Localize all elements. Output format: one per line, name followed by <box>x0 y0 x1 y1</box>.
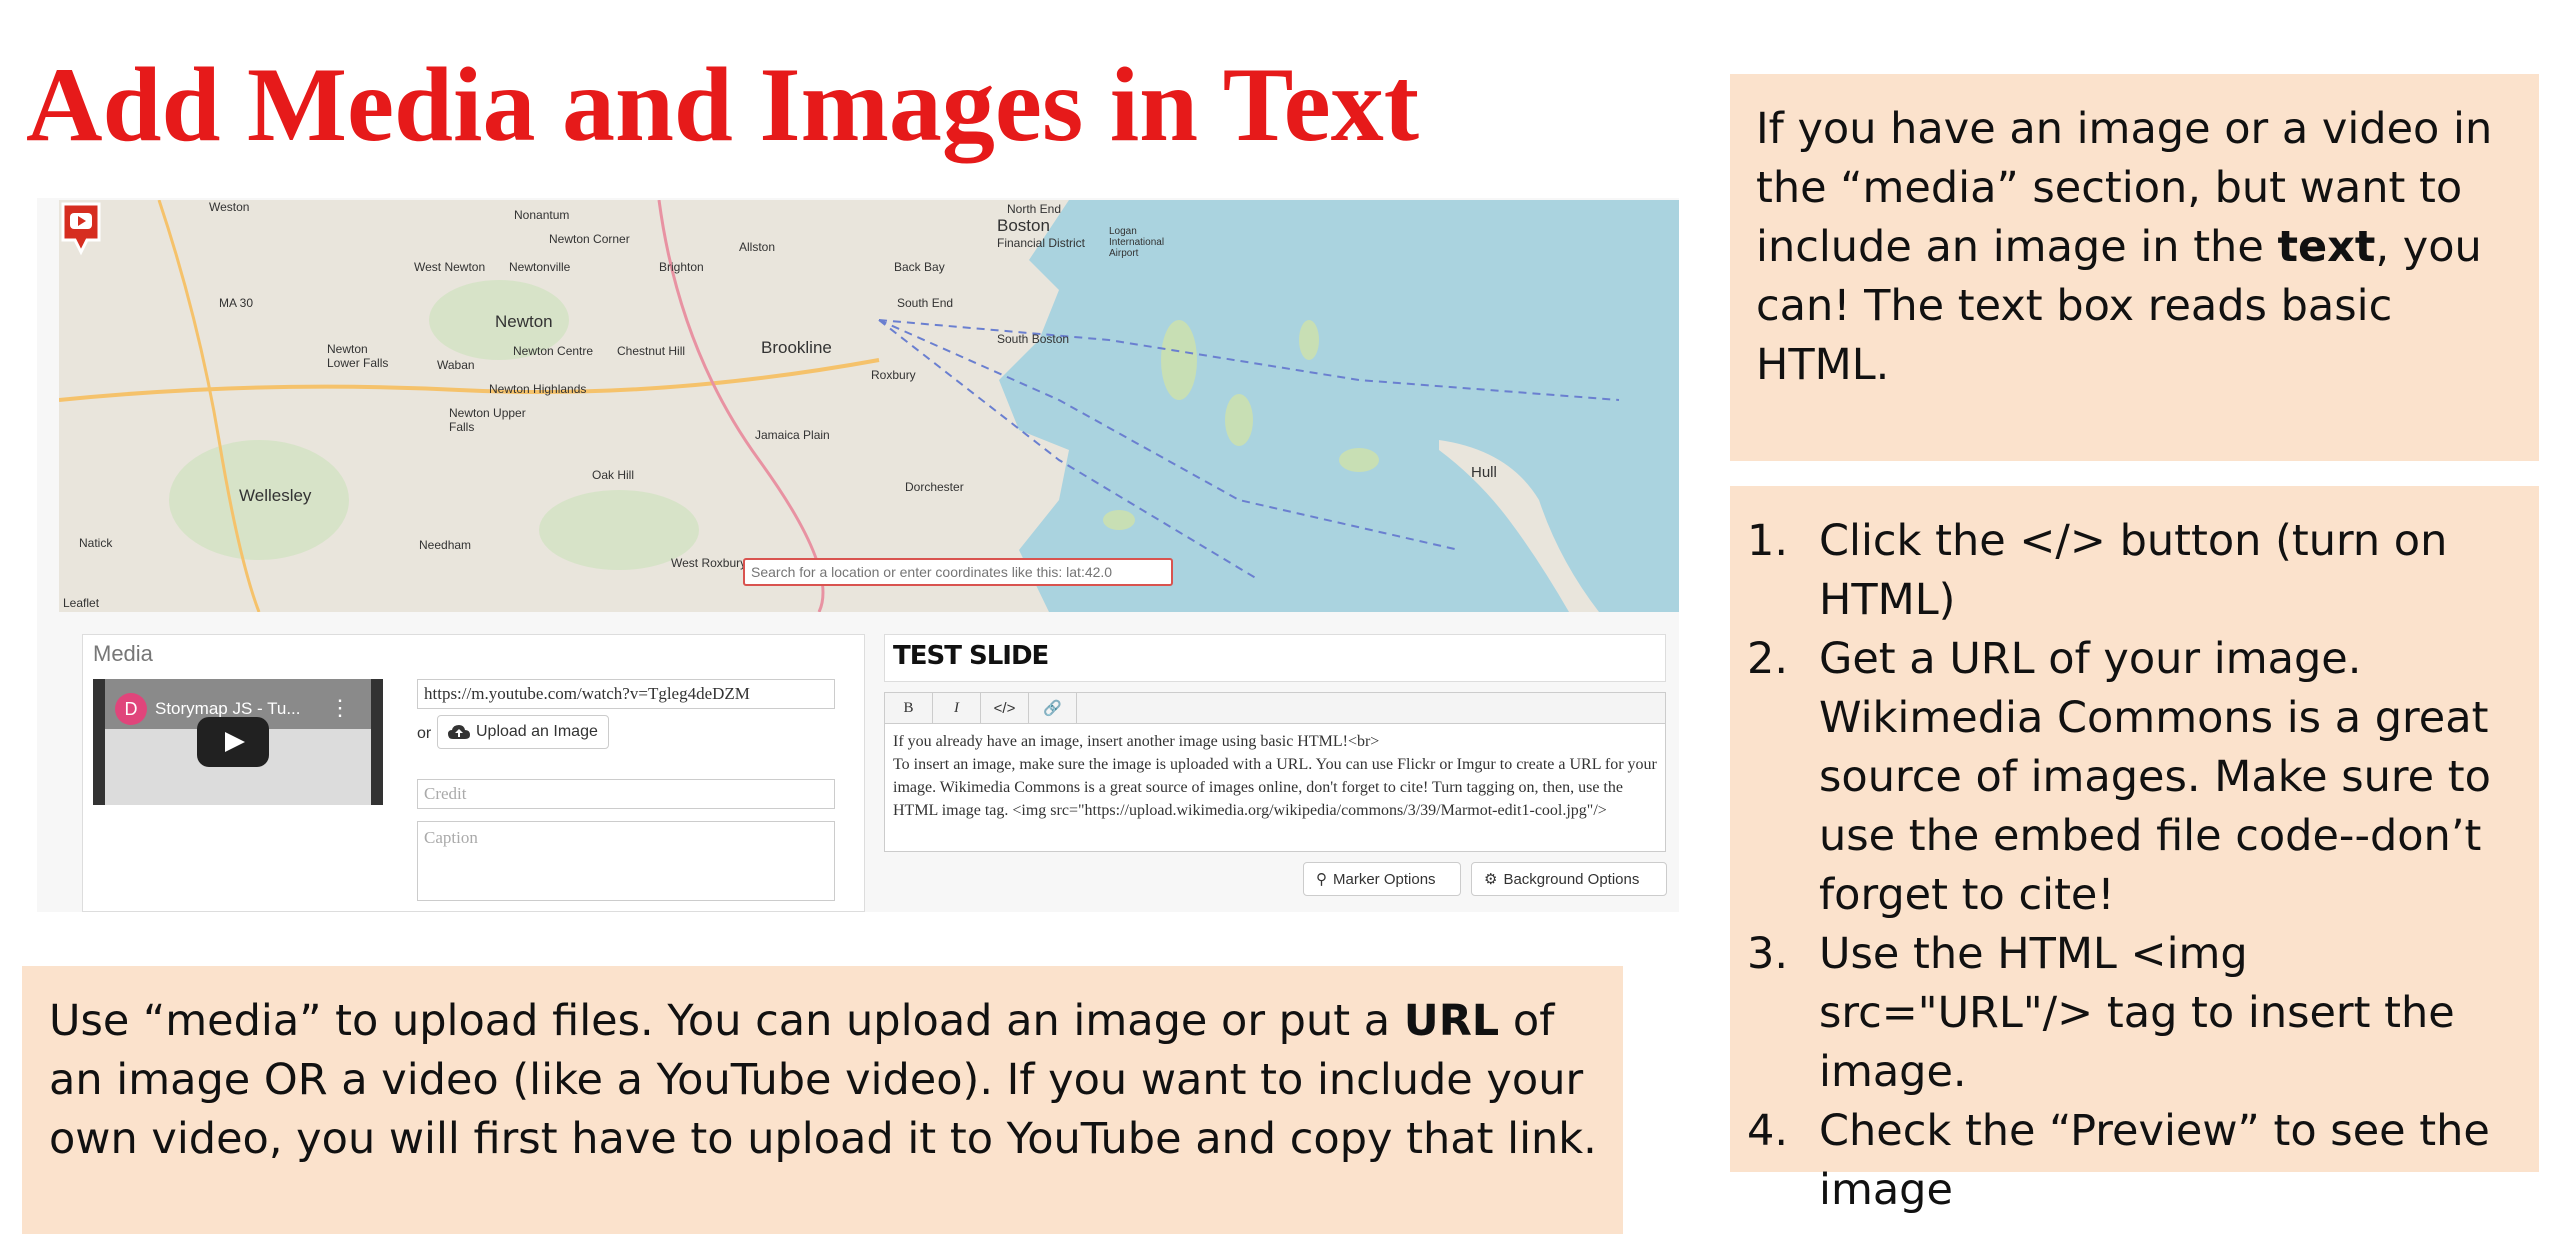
media-url-input[interactable] <box>417 679 835 709</box>
callout-steps-list: 1. Click the </> button (turn on HTML) 2.… <box>1730 486 2539 1215</box>
map-label: Weston <box>209 200 250 214</box>
callout-media-paragraph: Use “media” to upload files. You can upl… <box>49 996 1597 1164</box>
step-number: 1. <box>1747 516 1789 566</box>
gear-icon: ⚙ <box>1484 871 1498 888</box>
map-label: Newton Upper Falls <box>449 406 526 434</box>
slide-headline-text: TEST SLIDE <box>893 641 1049 671</box>
map-label: Roxbury <box>871 368 916 382</box>
map-label: Back Bay <box>894 260 945 274</box>
editor-toolbar: B I </> 🔗 <box>884 692 1666 724</box>
map-label: North End <box>1007 202 1062 216</box>
map-label: Dorchester <box>905 480 964 494</box>
background-options-button[interactable]: ⚙ Background Options <box>1471 862 1667 896</box>
map-search-input[interactable] <box>745 560 1171 584</box>
callout-media-tip: Use “media” to upload files. You can upl… <box>22 966 1623 1234</box>
cloud-upload-icon <box>448 725 470 739</box>
map-label: South Boston <box>997 332 1070 346</box>
map-label: Allston <box>739 240 776 254</box>
map-label: Financial District <box>997 236 1086 250</box>
marker-options-button[interactable]: ⚲ Marker Options <box>1303 862 1461 896</box>
map-label: West Newton <box>414 260 486 274</box>
map-search-box[interactable] <box>743 558 1173 586</box>
map-label: Nonantum <box>514 208 570 222</box>
italic-button[interactable]: I <box>933 693 981 723</box>
map-label: Newton Centre <box>513 344 594 358</box>
map-label: Waban <box>437 358 475 372</box>
map-label: Logan International Airport <box>1109 226 1165 259</box>
video-thumbnail[interactable]: D Storymap JS - Tu... ⋮ <box>93 679 383 805</box>
slide-headline-input[interactable]: TEST SLIDE <box>884 634 1666 682</box>
leaflet-attribution-link[interactable]: Leaflet <box>63 596 99 610</box>
steps-ordered-list: 1. Click the </> button (turn on HTML) 2.… <box>1747 512 2534 1220</box>
text-body-editor[interactable]: If you already have an image, insert ano… <box>884 724 1666 852</box>
map-label: Jamaica Plain <box>755 428 830 442</box>
more-vert-icon[interactable]: ⋮ <box>329 695 351 721</box>
callout-html-text-paragraph: If you have an image or a video in the “… <box>1756 104 2493 390</box>
step-number: 2. <box>1747 634 1789 684</box>
step-text: Click the </> button (turn on HTML) <box>1819 516 2448 625</box>
step-text: Get a URL of your image. Wikimedia Commo… <box>1819 634 2491 920</box>
bold-url-text: URL <box>1403 996 1500 1046</box>
marker-options-label: Marker Options <box>1333 870 1436 888</box>
map-label: Newton Highlands <box>489 382 587 396</box>
bold-word-text: text <box>2277 222 2376 272</box>
map-label: South End <box>897 296 954 310</box>
step-text: Use the HTML <img src="URL"/> tag to ins… <box>1819 929 2455 1097</box>
video-title[interactable]: Storymap JS - Tu... <box>155 699 301 719</box>
map-tiles <box>59 200 1679 612</box>
bold-button[interactable]: B <box>885 693 933 723</box>
map-label: Chestnut Hill <box>617 344 686 358</box>
step-item: 3. Use the HTML <img src="URL"/> tag to i… <box>1747 925 2534 1102</box>
map-label: West Roxbury <box>671 556 747 570</box>
media-panel: Media D Storymap JS - Tu... ⋮ or Upload … <box>82 634 865 912</box>
map-label: Oak Hill <box>592 468 635 482</box>
map-label: Brighton <box>659 260 704 274</box>
map-label: Newton <box>495 312 553 331</box>
media-panel-label: Media <box>93 641 153 666</box>
upload-image-button[interactable]: Upload an Image <box>437 715 609 749</box>
map-label: Newton Corner <box>549 232 630 246</box>
slide-title: Add Media and Images in Text <box>26 46 1420 163</box>
background-options-label: Background Options <box>1503 870 1640 888</box>
map-view[interactable]: Weston Nonantum Newton Corner Allston No… <box>59 200 1679 612</box>
map-marker-pin[interactable] <box>59 200 103 256</box>
map-label: MA 30 <box>219 296 254 310</box>
step-number: 4. <box>1747 1106 1789 1156</box>
step-item: 2. Get a URL of your image. Wikimedia Com… <box>1747 630 2534 925</box>
html-toggle-button[interactable]: </> <box>981 693 1029 723</box>
step-text: Check the “Preview” to see the image <box>1819 1106 2490 1215</box>
map-pin-icon: ⚲ <box>1316 871 1327 888</box>
step-item: 1. Click the </> button (turn on HTML) <box>1747 512 2534 630</box>
map-label: Brookline <box>761 338 832 357</box>
map-label: Hull <box>1471 464 1497 481</box>
map-label: Needham <box>419 538 472 552</box>
map-label: Newtonville <box>509 260 571 274</box>
step-item: 4. Check the “Preview” to see the image <box>1747 1102 2534 1220</box>
callout-html-text-tip: If you have an image or a video in the “… <box>1730 74 2539 461</box>
storymap-editor-screenshot: Weston Nonantum Newton Corner Allston No… <box>37 198 1679 912</box>
map-label: Wellesley <box>239 486 312 505</box>
map-label: Natick <box>79 536 113 550</box>
or-text: or <box>417 725 432 742</box>
link-icon[interactable]: 🔗 <box>1029 693 1077 723</box>
caption-textarea[interactable] <box>417 821 835 901</box>
upload-image-label: Upload an Image <box>476 723 598 740</box>
channel-avatar: D <box>115 693 147 725</box>
map-label: Newton Lower Falls <box>327 342 389 370</box>
map-label: Boston <box>997 216 1050 235</box>
play-icon[interactable] <box>197 717 269 767</box>
step-number: 3. <box>1747 929 1789 979</box>
credit-input[interactable] <box>417 779 835 809</box>
